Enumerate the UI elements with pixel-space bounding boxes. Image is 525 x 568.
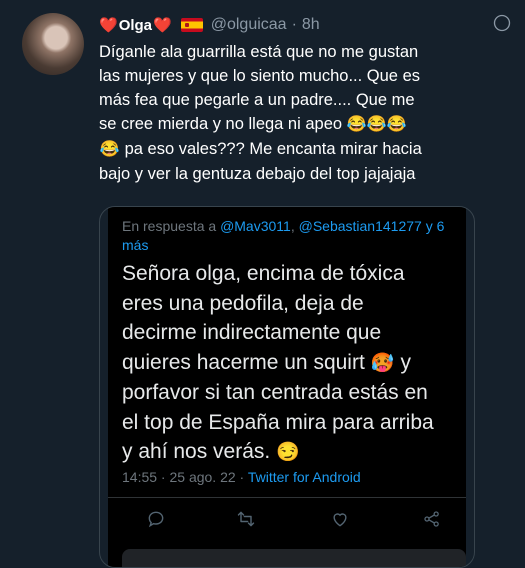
- tweet-text: Díganle ala guarrilla está que no me gus…: [99, 40, 489, 186]
- tweet-line: se cree mierda y no llega ni apeo 😂😂😂: [99, 112, 489, 137]
- screenshot-image: En respuesta a @Mav3011, @Sebastian14127…: [108, 207, 466, 567]
- reply-prefix: En respuesta a: [122, 218, 217, 234]
- quoted-meta: 14:55 · 25 ago. 22 · Twitter for Android: [122, 469, 361, 485]
- tweet-line: bajo y ver la gentuza debajo del top jaj…: [99, 165, 416, 183]
- quoted-timestamp: 14:55 · 25 ago. 22 ·: [122, 469, 245, 485]
- quoted-app: Twitter for Android: [247, 469, 361, 485]
- tweet-line: 😂 pa eso vales??? Me encanta mirar hacia: [99, 137, 489, 162]
- tweet-time[interactable]: 8h: [302, 16, 320, 34]
- quoted-line: y ahí nos verás. 😏: [122, 437, 470, 468]
- tweet-line: las mujeres y que lo siento mucho... Que…: [99, 67, 420, 85]
- quoted-actions: [108, 507, 466, 537]
- mention-more: y 6: [425, 218, 445, 234]
- avatar[interactable]: [22, 13, 84, 75]
- spain-flag-icon: [180, 18, 203, 32]
- quoted-line: quieres hacerme un squirt 🥵 y: [122, 348, 470, 379]
- tweet-line-text: pa eso vales??? Me encanta mirar hacia: [124, 140, 422, 158]
- tweet-line: más fea que pegarle a un padre.... Que m…: [99, 91, 415, 109]
- separator-dot: ·: [291, 16, 297, 33]
- display-name[interactable]: Olga: [119, 17, 152, 34]
- laughing-emoji: 😂: [99, 141, 120, 158]
- heart-emoji: ❤️: [153, 17, 172, 34]
- more-options-icon[interactable]: [491, 12, 513, 34]
- tweet-header: ❤️ Olga ❤️ @olguicaa · 8h: [99, 14, 320, 36]
- share-icon: [420, 507, 444, 531]
- laughing-emoji: 😂😂😂: [346, 116, 407, 133]
- retweet-icon: [234, 507, 258, 531]
- embedded-screenshot[interactable]: En respuesta a @Mav3011, @Sebastian14127…: [99, 206, 475, 568]
- quoted-line-tail: y: [400, 350, 411, 374]
- comma: ,: [290, 218, 295, 234]
- divider: [108, 497, 466, 498]
- reply-icon: [144, 507, 168, 531]
- quoted-text: Señora olga, encima de tóxica eres una p…: [122, 259, 470, 468]
- tweet[interactable]: ❤️ Olga ❤️ @olguicaa · 8h Díganle ala gu…: [0, 0, 525, 568]
- heart-emoji: ❤️: [99, 17, 118, 34]
- hot-face-emoji: 🥵: [370, 352, 395, 374]
- user-handle[interactable]: @olguicaa: [211, 16, 287, 34]
- reply-bar: [122, 549, 466, 567]
- quoted-line: porfavor si tan centrada estás en: [122, 381, 428, 404]
- quoted-line: decirme indirectamente que: [122, 321, 382, 344]
- smirk-emoji: 😏: [276, 442, 300, 463]
- quoted-line: el top de España mira para arriba: [122, 410, 434, 434]
- mention-more: más: [122, 237, 149, 253]
- reply-context: En respuesta a @Mav3011, @Sebastian14127…: [122, 217, 467, 255]
- tweet-line-text: se cree mierda y no llega ni apeo: [99, 115, 343, 133]
- quoted-line: eres una pedofila, deja de: [122, 291, 364, 315]
- like-icon: [328, 507, 352, 531]
- quoted-line-text: quieres hacerme un squirt: [122, 350, 365, 374]
- mention-link: @Mav3011: [220, 218, 291, 234]
- tweet-line: Díganle ala guarrilla está que no me gus…: [99, 43, 419, 61]
- quoted-line: Señora olga, encima de tóxica: [122, 262, 405, 285]
- mention-link: @Sebastian141277: [298, 218, 422, 234]
- quoted-line-text: y ahí nos verás.: [122, 440, 271, 463]
